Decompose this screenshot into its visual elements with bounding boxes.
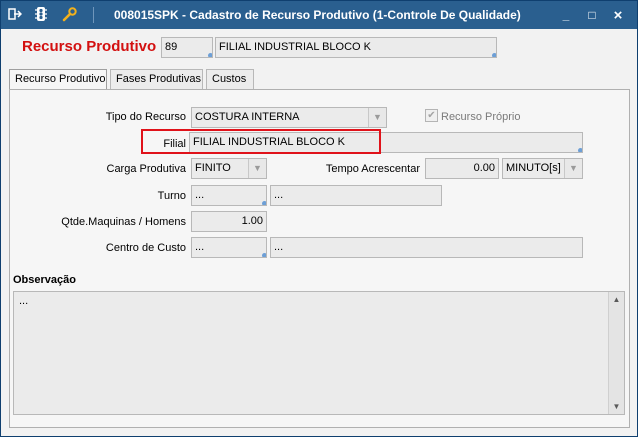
centro-custo-code-field[interactable]: ... (191, 237, 267, 258)
turno-code-value: ... (195, 189, 205, 201)
centro-custo-desc-field: ... (270, 237, 583, 258)
centro-custo-label: Centro de Custo (105, 242, 186, 254)
toolbar-separator (93, 7, 94, 23)
resource-code-value: 89 (165, 41, 178, 53)
tipo-recurso-value: COSTURA INTERNA (195, 111, 300, 123)
lookup-icon[interactable] (208, 53, 212, 57)
page-title: Recurso Produtivo (22, 38, 157, 55)
tab-fases-produtivas[interactable]: Fases Produtivas (110, 69, 203, 90)
qtde-maquinas-field[interactable]: 1.00 (191, 211, 267, 232)
close-button[interactable]: × (609, 7, 627, 24)
tempo-acrescentar-label: Tempo Acrescentar (325, 163, 420, 175)
wrench-icon[interactable] (59, 5, 79, 23)
title-bar: 008015SPK - Cadastro de Recurso Produtiv… (1, 1, 637, 29)
recurso-proprio-checkbox[interactable]: ✔ (425, 109, 438, 122)
tempo-unit-select[interactable]: MINUTO[s] ▼ (502, 158, 583, 179)
tempo-acrescentar-field[interactable]: 0.00 (425, 158, 499, 179)
recurso-proprio-label: Recurso Próprio (441, 111, 521, 123)
tab-recurso-produtivo[interactable]: Recurso Produtivo (9, 69, 107, 91)
centro-custo-code-value: ... (195, 241, 205, 253)
lookup-icon[interactable] (262, 201, 266, 205)
qtde-maquinas-label: Qtde.Maquinas / Homens (61, 216, 186, 228)
window-title: 008015SPK - Cadastro de Recurso Produtiv… (114, 8, 521, 22)
chevron-down-icon[interactable]: ▼ (564, 159, 582, 178)
chevron-down-icon[interactable]: ▼ (368, 108, 386, 127)
app-window: 008015SPK - Cadastro de Recurso Produtiv… (0, 0, 638, 437)
tab-custos[interactable]: Custos (206, 69, 254, 90)
observacao-label: Observação (13, 274, 76, 286)
tempo-unit-value: MINUTO[s] (506, 162, 561, 174)
lookup-icon[interactable] (578, 148, 582, 152)
resource-name-value: FILIAL INDUSTRIAL BLOCO K (219, 41, 372, 53)
scroll-up-icon[interactable]: ▲ (609, 292, 624, 307)
turno-label: Turno (157, 190, 186, 202)
resource-name-field[interactable]: FILIAL INDUSTRIAL BLOCO K (215, 37, 497, 58)
turno-code-field[interactable]: ... (191, 185, 267, 206)
traffic-light-icon[interactable] (31, 5, 51, 23)
carga-produtiva-select[interactable]: FINITO ▼ (191, 158, 267, 179)
lookup-icon[interactable] (492, 53, 496, 57)
carga-produtiva-label: Carga Produtiva (106, 163, 187, 175)
scroll-down-icon[interactable]: ▼ (609, 399, 624, 414)
chevron-down-icon[interactable]: ▼ (248, 159, 266, 178)
checkmark-icon: ✔ (427, 110, 436, 121)
restore-button[interactable]: □ (583, 7, 601, 23)
lookup-icon[interactable] (262, 253, 266, 257)
minimize-button[interactable]: _ (557, 7, 575, 23)
tipo-recurso-select[interactable]: COSTURA INTERNA ▼ (191, 107, 387, 128)
resource-code-field[interactable]: 89 (161, 37, 213, 58)
highlight-box (141, 129, 381, 154)
observacao-scrollbar[interactable]: ▲ ▼ (608, 292, 624, 414)
exit-icon[interactable] (5, 5, 25, 23)
observacao-value: ... (19, 295, 29, 307)
turno-desc-field: ... (270, 185, 442, 206)
tipo-recurso-label: Tipo do Recurso (105, 111, 186, 123)
observacao-textarea[interactable]: ... ▲ ▼ (13, 291, 625, 415)
carga-produtiva-value: FINITO (195, 162, 231, 174)
